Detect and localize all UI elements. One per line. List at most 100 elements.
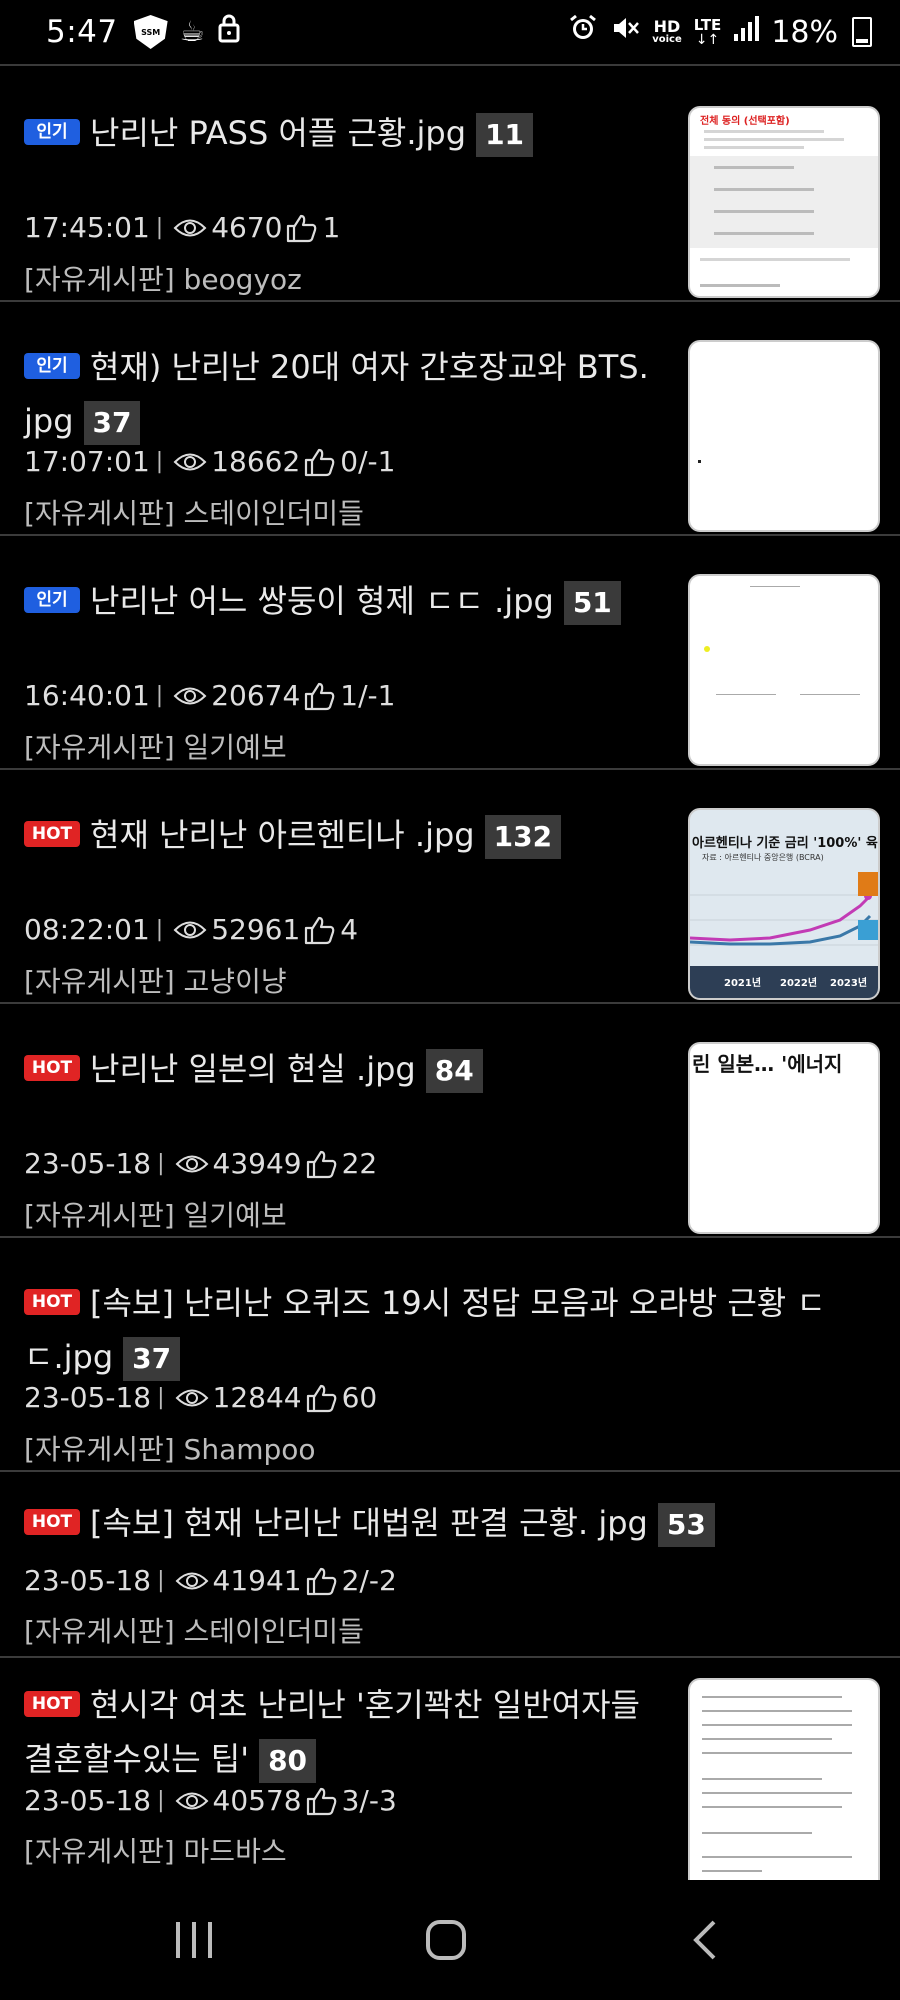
thumbnail-source: 자료 : 아르헨티나 중앙은행 (BCRA): [702, 853, 824, 862]
recent-apps-icon[interactable]: [172, 1918, 216, 1962]
post-item[interactable]: HOT [속보] 현재 난리난 대법원 판결 근황. jpg 53 23-05-18…: [0, 1472, 900, 1658]
post-item[interactable]: HOT 난리난 일본의 현실 .jpg 84 23-05-18 | 43949 22 …: [0, 1004, 900, 1238]
post-item[interactable]: HOT 현시각 여초 난리난 '혼기꽉찬 일반여자들 결혼할수있는 팁' 80 23…: [0, 1658, 900, 1880]
post-time: 23-05-18: [24, 1564, 152, 1597]
post-title-text: 난리난 어느 쌍둥이 형제 ㄷㄷ .jpg: [90, 582, 554, 620]
eye-icon: [173, 453, 207, 470]
view-count: 52961: [211, 913, 301, 946]
thumbs-up-icon: [287, 214, 317, 242]
battery-percent: 18%: [771, 14, 838, 50]
mute-icon: [610, 13, 640, 51]
post-title-text: [속보] 현재 난리난 대법원 판결 근황. jpg: [90, 1504, 648, 1542]
post-meta: 23-05-18 | 12844 60: [24, 1381, 378, 1414]
post-board: [자유게시판] Shampoo: [24, 1433, 316, 1466]
thumbnail-chart: [690, 892, 878, 946]
view-count: 41941: [212, 1564, 302, 1597]
ssm-shield-icon: SSM: [133, 15, 168, 49]
post-time: 08:22:01: [24, 913, 150, 946]
like-count: 60: [341, 1381, 378, 1414]
thumbnail-caption: 린 일본… '에너지: [692, 1052, 843, 1076]
eye-icon: [173, 687, 207, 704]
post-time: 17:45:01: [24, 211, 150, 244]
post-title[interactable]: 인기 난리난 어느 쌍둥이 형제 ㄷㄷ .jpg 51: [24, 574, 664, 628]
like-count: 0/-1: [340, 445, 396, 478]
post-title[interactable]: HOT 현시각 여초 난리난 '혼기꽉찬 일반여자들 결혼할수있는 팁' 80: [24, 1678, 664, 1786]
hot-badge: HOT: [24, 1055, 80, 1081]
post-title[interactable]: HOT 현재 난리난 아르헨티나 .jpg 132: [24, 808, 664, 862]
post-thumbnail[interactable]: [688, 340, 880, 532]
home-icon[interactable]: [424, 1918, 468, 1962]
post-thumbnail[interactable]: 린 일본… '에너지: [688, 1042, 880, 1234]
post-thumbnail[interactable]: [688, 1678, 880, 1880]
comment-count: 51: [563, 581, 621, 625]
thumbnail-caption: 아르헨티나 기준 금리 '100%' 육박: [692, 836, 880, 851]
eye-icon: [175, 1572, 208, 1589]
eye-icon: [175, 1389, 208, 1406]
post-thumbnail[interactable]: 아르헨티나 기준 금리 '100%' 육박 자료 : 아르헨티나 중앙은행 (B…: [688, 808, 880, 1000]
post-title[interactable]: HOT [속보] 현재 난리난 대법원 판결 근황. jpg 53: [24, 1496, 864, 1550]
post-time: 23-05-18: [24, 1147, 152, 1180]
post-title[interactable]: HOT 난리난 일본의 현실 .jpg 84: [24, 1042, 664, 1096]
post-title[interactable]: 인기 현재) 난리난 20대 여자 간호장교와 BTS. jpg 37: [24, 340, 664, 448]
post-title-text: 난리난 PASS 어플 근황.jpg: [90, 114, 467, 152]
post-board: [자유게시판] 마드바스: [24, 1835, 287, 1868]
view-count: 18662: [211, 445, 301, 478]
post-thumbnail[interactable]: [688, 574, 880, 766]
eye-icon: [173, 219, 207, 236]
view-count: 40578: [212, 1784, 302, 1817]
post-meta: 16:40:01 | 20674 1/-1: [24, 679, 396, 712]
post-time: 23-05-18: [24, 1381, 152, 1414]
eye-icon: [173, 921, 207, 938]
post-board: [자유게시판] 고냥이냥: [24, 965, 287, 998]
view-count: 43949: [212, 1147, 302, 1180]
post-board: [자유게시판] beogyoz: [24, 263, 302, 296]
lte-icon: LTE ↓↑: [693, 15, 722, 48]
post-time: 17:07:01: [24, 445, 150, 478]
post-board: [자유게시판] 스테이인더미들: [24, 1615, 364, 1648]
post-board: [자유게시판] 일기예보: [24, 1199, 287, 1232]
eye-icon: [175, 1792, 208, 1809]
thumbnail-year: 2021년: [724, 978, 762, 989]
comment-count: 37: [83, 401, 141, 445]
post-title-text: 현시각 여초 난리난 '혼기꽉찬 일반여자들 결혼할수있는 팁': [24, 1686, 640, 1778]
post-item[interactable]: 인기 난리난 PASS 어플 근황.jpg 11 17:45:01 | 4670 1 …: [0, 68, 900, 302]
thumbnail-caption: 전체 동의 (선택포함): [700, 116, 790, 127]
signal-icon: [733, 14, 760, 50]
back-icon[interactable]: [684, 1918, 728, 1962]
thumbs-up-icon: [306, 1384, 336, 1412]
hot-badge: HOT: [24, 1289, 80, 1315]
post-list[interactable]: 인기 난리난 PASS 어플 근황.jpg 11 17:45:01 | 4670 1 …: [0, 68, 900, 1880]
post-item[interactable]: 인기 현재) 난리난 20대 여자 간호장교와 BTS. jpg 37 17:07:…: [0, 302, 900, 536]
comment-count: 11: [476, 113, 534, 157]
thumbs-up-icon: [305, 682, 335, 710]
post-item[interactable]: HOT 현재 난리난 아르헨티나 .jpg 132 08:22:01 | 52961 …: [0, 770, 900, 1004]
post-board: [자유게시판] 일기예보: [24, 731, 287, 764]
like-count: 1: [322, 211, 341, 244]
popular-badge: 인기: [24, 119, 80, 145]
post-title[interactable]: 인기 난리난 PASS 어플 근황.jpg 11: [24, 106, 664, 160]
like-count: 2/-2: [341, 1564, 397, 1597]
thumbs-up-icon: [306, 1567, 336, 1595]
thumbs-up-icon: [305, 448, 335, 476]
comment-count: 84: [425, 1049, 483, 1093]
battery-icon: [852, 17, 872, 47]
thumbnail-year: 2023년: [830, 978, 868, 989]
popular-badge: 인기: [24, 353, 80, 379]
post-thumbnail[interactable]: 전체 동의 (선택포함): [688, 106, 880, 298]
post-time: 23-05-18: [24, 1784, 152, 1817]
coffee-icon: ☕: [179, 15, 205, 48]
post-item[interactable]: 인기 난리난 어느 쌍둥이 형제 ㄷㄷ .jpg 51 16:40:01 | 2067…: [0, 536, 900, 770]
thumbs-up-icon: [305, 916, 335, 944]
comment-count: 37: [123, 1337, 181, 1381]
post-title-text: 현재 난리난 아르헨티나 .jpg: [90, 816, 475, 854]
post-item[interactable]: HOT [속보] 난리난 오퀴즈 19시 정답 모음과 오라방 근황 ㄷㄷ.jpg…: [0, 1238, 900, 1472]
comment-count: 80: [259, 1739, 317, 1783]
like-count: 22: [341, 1147, 378, 1180]
post-meta: 17:07:01 | 18662 0/-1: [24, 445, 396, 478]
eye-icon: [175, 1155, 208, 1172]
lock-icon: [217, 13, 241, 51]
like-count: 4: [340, 913, 359, 946]
hot-badge: HOT: [24, 821, 80, 847]
alarm-icon: [568, 13, 598, 51]
post-title[interactable]: HOT [속보] 난리난 오퀴즈 19시 정답 모음과 오라방 근황 ㄷㄷ.jpg…: [24, 1276, 864, 1384]
